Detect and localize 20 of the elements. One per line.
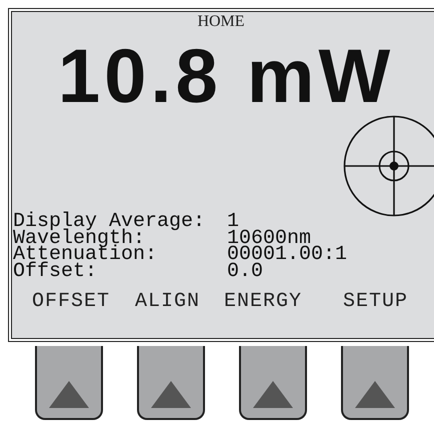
triangle-up-icon bbox=[355, 381, 395, 408]
power-reading: 10.8 mW bbox=[58, 39, 394, 115]
softkey-label: ENERGY bbox=[224, 290, 302, 314]
setting-value: 1 bbox=[227, 214, 240, 231]
setting-value: 0.0 bbox=[227, 264, 264, 280]
softkey-label: SETUP bbox=[343, 290, 408, 314]
softkey-label: OFFSET bbox=[32, 290, 110, 314]
triangle-up-icon bbox=[253, 381, 293, 408]
screen-title: HOME bbox=[196, 13, 246, 31]
setting-value: 00001.00:1 bbox=[227, 247, 348, 264]
softkey-button[interactable] bbox=[137, 346, 205, 420]
setting-label: Offset: bbox=[13, 264, 98, 280]
softkey-button[interactable] bbox=[239, 346, 307, 420]
setting-label: Display Average: bbox=[13, 214, 206, 231]
softkey-label: ALIGN bbox=[135, 290, 200, 314]
triangle-up-icon bbox=[151, 381, 191, 408]
softkey-button[interactable] bbox=[35, 346, 103, 420]
crosshair-icon bbox=[343, 115, 434, 217]
softkey-button[interactable] bbox=[341, 346, 409, 420]
triangle-up-icon bbox=[49, 381, 89, 408]
